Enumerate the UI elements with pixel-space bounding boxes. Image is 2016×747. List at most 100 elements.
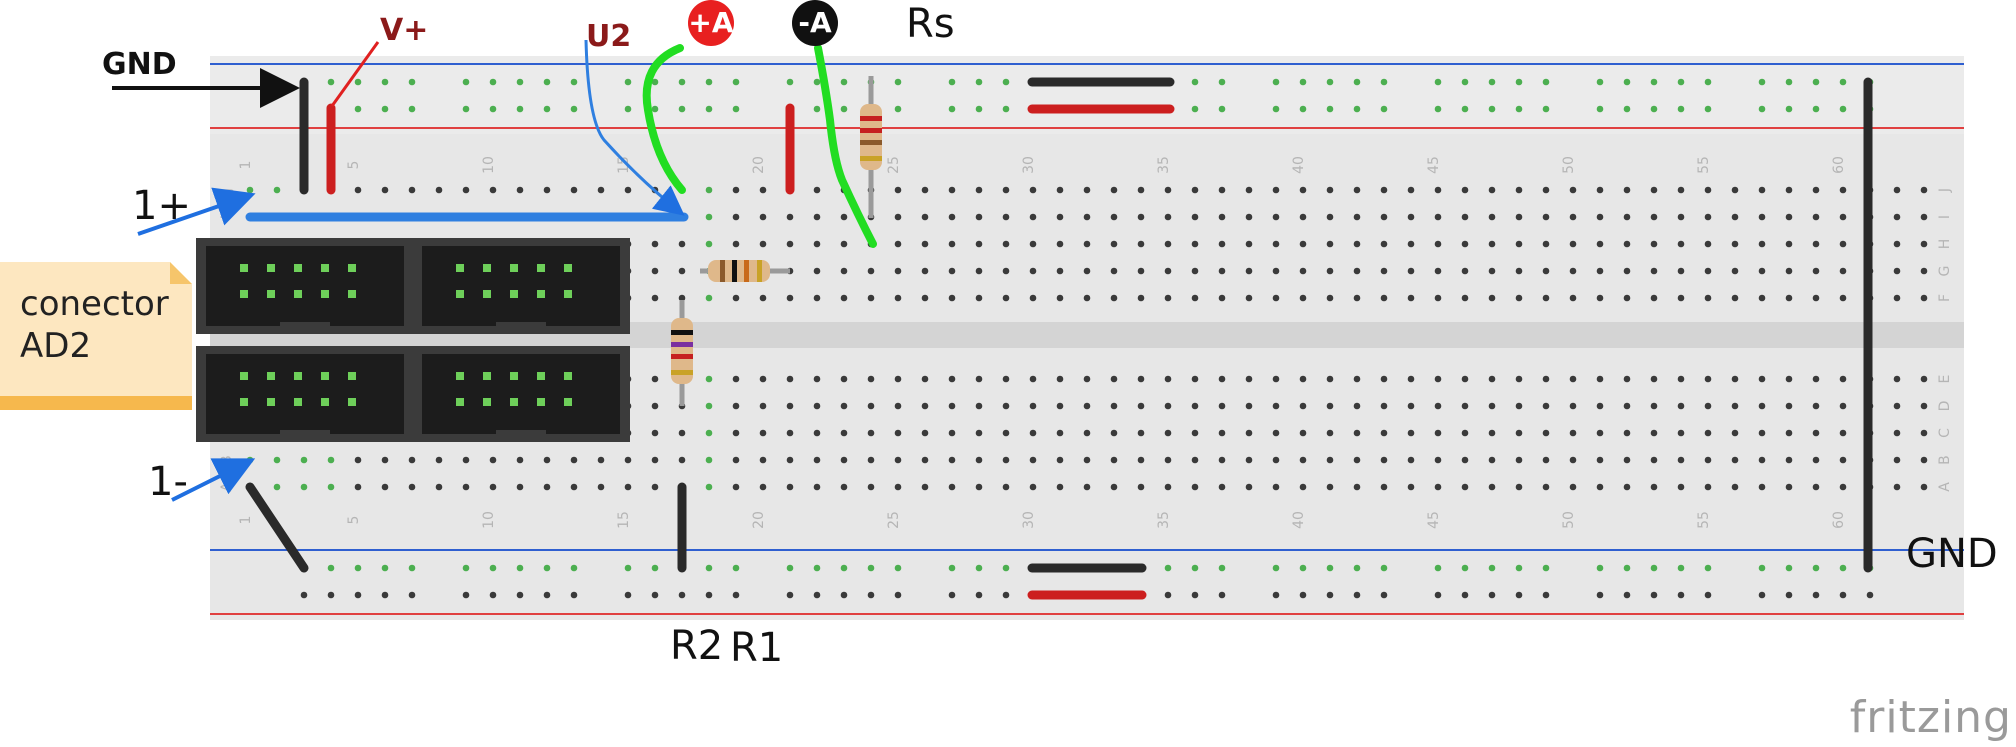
breadboard-hole [1191,240,1199,248]
breadboard-hole [1542,456,1550,464]
breadboard-hole [894,375,902,383]
breadboard-hole [1704,240,1712,248]
breadboard-hole [1731,186,1739,194]
breadboard-hole [921,429,929,437]
breadboard-hole [1785,186,1793,194]
rail-hole [1461,105,1469,113]
breadboard-hole [1677,429,1685,437]
rail-hole [1785,105,1793,113]
rail-hole [1488,105,1496,113]
breadboard-hole [1083,186,1091,194]
breadboard-hole [1731,213,1739,221]
rail-hole [1623,78,1631,86]
breadboard-hole [1191,375,1199,383]
breadboard-hole [570,483,578,491]
breadboard-hole [786,375,794,383]
rail-hole [948,564,956,572]
breadboard-hole [1650,267,1658,275]
breadboard-hole [300,483,308,491]
connector-pin [564,264,572,272]
breadboard-hole [1569,429,1577,437]
breadboard-hole [1731,483,1739,491]
breadboard-hole [1515,456,1523,464]
breadboard-hole [1785,375,1793,383]
rail-hole [1164,564,1172,572]
rail-hole [975,591,983,599]
rail-hole [651,564,659,572]
breadboard-hole [1488,402,1496,410]
breadboard-hole [354,456,362,464]
breadboard-hole [1137,456,1145,464]
label-r1: R1 [730,625,784,671]
connector-pin [564,290,572,298]
rail-hole [1164,591,1172,599]
breadboard-hole [1785,213,1793,221]
breadboard-hole [1920,375,1928,383]
breadboard-hole [1407,294,1415,302]
breadboard-hole [1110,429,1118,437]
breadboard-hole [1191,267,1199,275]
breadboard-hole [1164,267,1172,275]
breadboard-hole [840,483,848,491]
rail-hole [975,78,983,86]
connector-pin [294,290,302,298]
breadboard-hole [1326,456,1334,464]
label-one-minus: 1- [148,459,188,505]
rail-hole [894,105,902,113]
breadboard-hole [786,294,794,302]
column-number: 45 [1426,156,1442,174]
breadboard-hole [651,402,659,410]
breadboard-hole [948,375,956,383]
breadboard-hole [975,186,983,194]
breadboard-hole [786,483,794,491]
rail-hole [327,591,335,599]
breadboard-hole [840,375,848,383]
breadboard-hole [759,429,767,437]
breadboard-hole [705,402,713,410]
breadboard-hole [1272,186,1280,194]
breadboard-hole [1623,186,1631,194]
connector-pin [240,372,248,380]
breadboard-hole [651,483,659,491]
breadboard-hole [1299,456,1307,464]
breadboard-hole [1326,240,1334,248]
breadboard-hole [1353,294,1361,302]
rail-hole [489,105,497,113]
breadboard-hole [300,456,308,464]
breadboard-hole [1137,429,1145,437]
breadboard-hole [1839,267,1847,275]
connector-pin [321,372,329,380]
breadboard-hole [813,294,821,302]
connector-pin [483,264,491,272]
breadboard-hole [1488,294,1496,302]
breadboard-hole [1353,456,1361,464]
connector-pin [348,264,356,272]
breadboard-hole [867,402,875,410]
breadboard-hole [1596,267,1604,275]
breadboard-hole [1434,186,1442,194]
breadboard-hole [1677,456,1685,464]
breadboard-hole [786,429,794,437]
breadboard-hole [381,483,389,491]
breadboard-hole [462,186,470,194]
rail-hole [1353,564,1361,572]
connector-pin [564,398,572,406]
rail-hole [516,78,524,86]
breadboard-hole [1407,402,1415,410]
rail-hole [381,78,389,86]
breadboard-hole [1839,483,1847,491]
breadboard-hole [1029,375,1037,383]
breadboard-hole [1515,267,1523,275]
breadboard-hole [1083,294,1091,302]
breadboard-hole [489,186,497,194]
breadboard-hole [1083,429,1091,437]
breadboard-hole [1596,483,1604,491]
breadboard-hole [1083,402,1091,410]
rail-hole [975,105,983,113]
breadboard-hole [867,267,875,275]
breadboard-hole [1542,294,1550,302]
breadboard-hole [678,240,686,248]
breadboard-hole [1596,240,1604,248]
breadboard-hole [1002,456,1010,464]
ad2-connector-top [196,238,630,334]
